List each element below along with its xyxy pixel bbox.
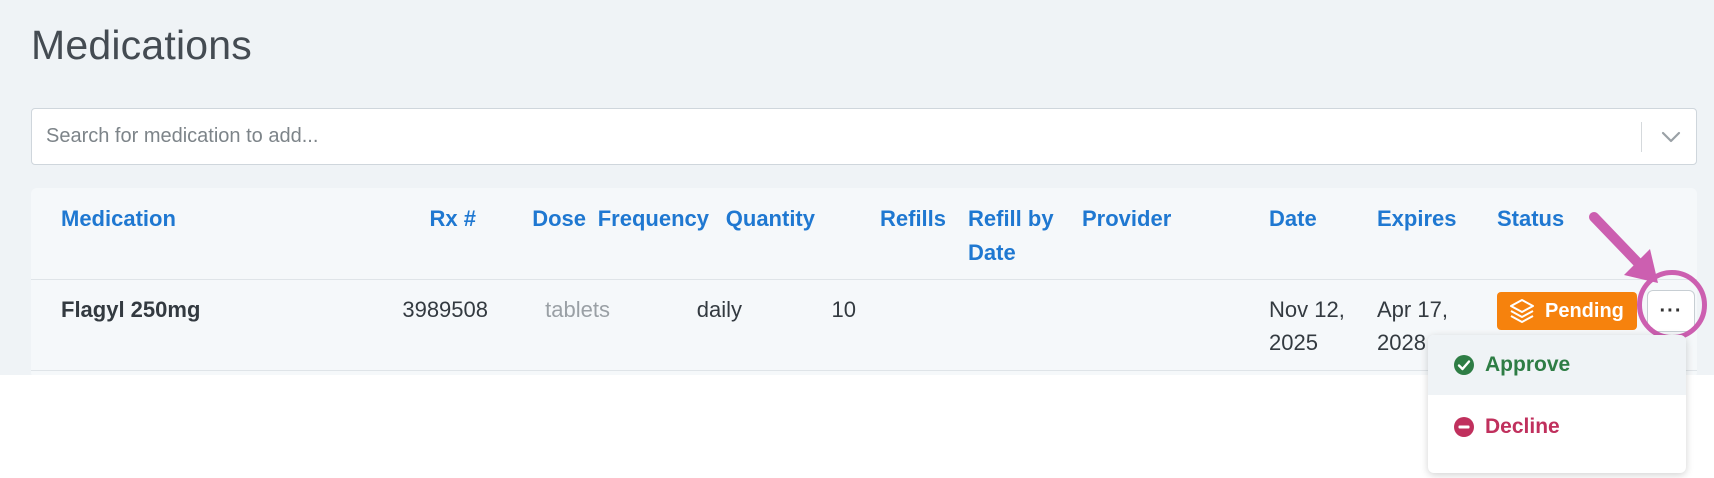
header-divider <box>31 279 1697 280</box>
medication-search[interactable] <box>31 108 1697 165</box>
status-label: Pending <box>1545 299 1624 322</box>
header-provider[interactable]: Provider <box>1082 202 1171 236</box>
header-refills[interactable]: Refills <box>880 202 946 236</box>
layers-icon <box>1510 299 1534 323</box>
header-date[interactable]: Date <box>1269 202 1317 236</box>
decline-label: Decline <box>1485 415 1560 438</box>
header-expires[interactable]: Expires <box>1377 202 1457 236</box>
chevron-down-icon[interactable] <box>1659 126 1683 148</box>
approve-label: Approve <box>1485 353 1571 376</box>
medications-page: Medications Medication Rx # Dose Frequen… <box>0 0 1714 375</box>
header-dose[interactable]: Dose <box>506 202 586 236</box>
search-separator <box>1641 122 1642 152</box>
row-expires-line1: Apr 17, <box>1377 297 1448 322</box>
header-status[interactable]: Status <box>1497 202 1564 236</box>
row-dose: tablets <box>545 297 610 322</box>
row-quantity: 10 <box>831 297 856 322</box>
actions-dropdown-menu: Approve Decline <box>1428 335 1686 473</box>
search-input[interactable] <box>46 109 1626 164</box>
header-rx[interactable]: Rx # <box>406 202 476 236</box>
menu-item-decline[interactable]: Decline <box>1428 397 1686 457</box>
menu-item-approve[interactable]: Approve <box>1428 335 1686 395</box>
header-medication[interactable]: Medication <box>61 202 176 236</box>
row-date-line2: 2025 <box>1269 330 1318 355</box>
header-refill-by-date-line2[interactable]: Date <box>968 236 1016 270</box>
row-frequency: daily <box>696 297 742 322</box>
row-expires-line2: 2028 <box>1377 330 1426 355</box>
status-badge[interactable]: Pending <box>1497 292 1637 330</box>
row-medication[interactable]: Flagyl 250mg <box>61 293 200 326</box>
page-title: Medications <box>31 22 252 68</box>
header-quantity[interactable]: Quantity <box>711 202 815 236</box>
minus-circle-icon <box>1454 417 1474 437</box>
highlight-ring <box>1637 270 1707 340</box>
row-rx: 3989508 <box>402 297 488 322</box>
check-circle-icon <box>1454 355 1474 375</box>
header-refill-by-date-line1[interactable]: Refill by <box>968 202 1054 236</box>
row-date-line1: Nov 12, <box>1269 297 1345 322</box>
header-frequency[interactable]: Frequency <box>591 202 709 236</box>
